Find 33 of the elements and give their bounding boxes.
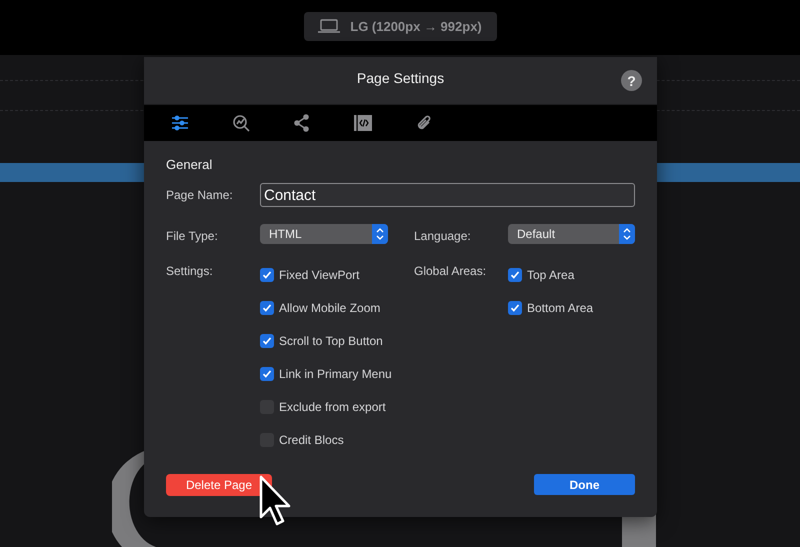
magnifier-chart-icon	[231, 113, 251, 133]
checkbox[interactable]	[260, 366, 274, 380]
help-button[interactable]: ?	[621, 70, 642, 91]
checkbox-label: Allow Mobile Zoom	[279, 300, 380, 314]
field-label: Global Areas:	[414, 264, 486, 278]
laptop-icon	[318, 19, 340, 33]
checkbox-label: Bottom Area	[527, 300, 594, 314]
field-label: File Type:	[166, 228, 219, 245]
field-label: Page Name:	[166, 187, 234, 204]
page-name-field[interactable]: Contact	[260, 183, 635, 207]
field-label: Language:	[414, 228, 472, 245]
dialog-title: Page Settings	[356, 70, 444, 86]
checkbox[interactable]	[508, 300, 522, 314]
checkbox-label: Link in Primary Menu	[279, 366, 392, 380]
code-panel-icon	[353, 114, 373, 132]
checkbox[interactable]	[508, 268, 522, 282]
language-select[interactable]: Default	[508, 224, 635, 244]
done-button[interactable]: Done	[534, 474, 635, 495]
field-label: Settings:	[166, 264, 213, 278]
section-heading: General	[166, 157, 214, 174]
stepper-arrows-icon	[372, 224, 388, 244]
stepper-arrows-icon	[619, 224, 635, 244]
file-type-select[interactable]: HTML	[260, 224, 388, 244]
sliders-icon	[170, 113, 190, 133]
checkbox-label: Credit Blocs	[279, 432, 344, 446]
device-size-button[interactable]: LG (1200px → 992px)	[304, 12, 496, 40]
checkbox-label: Fixed ViewPort	[279, 268, 360, 282]
checkbox-label: Scroll to Top Button	[279, 334, 383, 348]
checkbox-label: Exclude from export	[279, 400, 386, 414]
checkbox[interactable]	[260, 334, 274, 348]
checkbox[interactable]	[260, 268, 274, 282]
checkbox-label: Top Area	[527, 268, 574, 282]
checkbox[interactable]	[260, 300, 274, 314]
